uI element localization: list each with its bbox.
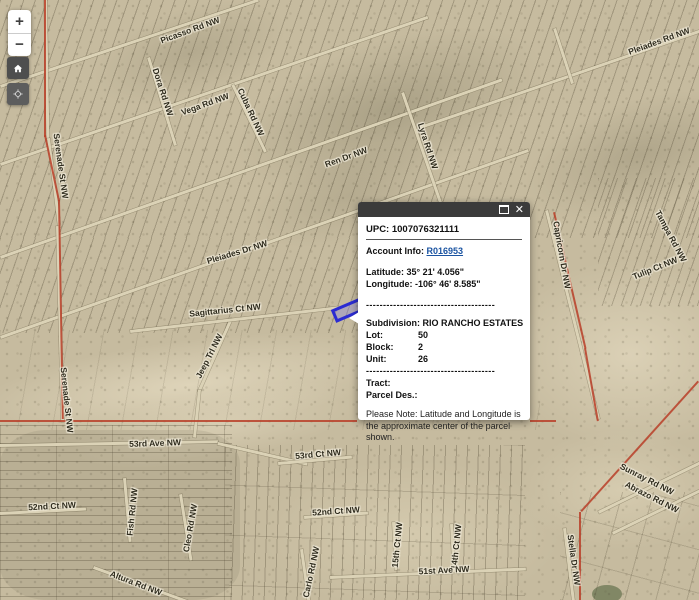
street-label: Capricorn Dr NW xyxy=(551,220,573,289)
home-icon xyxy=(13,62,23,75)
popup-pointer xyxy=(349,312,359,324)
unit-row: Unit:26 xyxy=(366,353,522,365)
boundary-line xyxy=(45,0,47,137)
street-label: Pleiades Dr NW xyxy=(205,238,268,266)
account-info-line: Account Info: R016953 xyxy=(366,245,522,257)
street-label: Jeep Trl NW xyxy=(194,332,225,380)
street-label: Altura Rd NW xyxy=(109,569,164,598)
street-label: 53rd Ave NW xyxy=(129,437,181,449)
popup-body: UPC: 1007076321111 Account Info: R016953… xyxy=(358,217,530,450)
street-label: Serenade St NW xyxy=(59,367,76,433)
parcel-grid xyxy=(598,178,699,306)
popup-note: Please Note: Latitude and Longitude is t… xyxy=(366,409,522,444)
street-label: Cuba Rd NW xyxy=(236,87,267,138)
zoom-in-button[interactable]: + xyxy=(8,10,31,33)
road-line xyxy=(0,16,428,166)
road-line xyxy=(0,440,218,447)
subdivision-line: Subdivision: RIO RANCHO ESTATES xyxy=(366,317,522,329)
road-line xyxy=(0,0,259,88)
zoom-control: + − xyxy=(8,10,31,56)
home-button[interactable] xyxy=(7,57,29,79)
popup-titlebar[interactable]: ✕ xyxy=(358,202,530,217)
street-label: Pleiades Rd NW xyxy=(627,25,691,57)
maximize-icon[interactable] xyxy=(499,205,509,214)
parcel-grid xyxy=(0,0,699,238)
terrain-shading xyxy=(509,66,699,245)
latitude-line: Latitude: 35° 21' 4.056" xyxy=(366,266,522,278)
zoom-out-button[interactable]: − xyxy=(8,34,31,57)
upc-line: UPC: 1007076321111 xyxy=(366,224,522,236)
dashed-divider: -------------------------------------- xyxy=(366,365,522,377)
boundary-line xyxy=(580,512,582,600)
street-label: 51st Ave NW xyxy=(418,564,469,577)
account-info-link[interactable]: R016953 xyxy=(427,246,464,256)
lot-row: Lot:50 xyxy=(366,329,522,341)
tract-line: Tract: xyxy=(366,377,522,389)
boundary-line xyxy=(585,348,599,421)
locate-button[interactable] xyxy=(7,83,29,105)
parcel-info-popup: ✕ UPC: 1007076321111 Account Info: R0169… xyxy=(358,202,530,420)
road-line xyxy=(193,390,201,438)
block-row: Block:2 xyxy=(366,341,522,353)
road-line xyxy=(598,459,699,513)
street-label: Ren Dr NW xyxy=(323,145,368,170)
terrain-shading xyxy=(216,0,564,226)
dashed-divider: -------------------------------------- xyxy=(366,299,522,311)
parcel-des-line: Parcel Des.: xyxy=(366,389,522,401)
map-canvas[interactable]: Picasso Rd NW Dora Rd NW Vega Rd NW Cuba… xyxy=(0,0,699,600)
arroyo-wash xyxy=(66,364,374,485)
street-label: Tulip Ct NW xyxy=(631,254,679,281)
close-icon[interactable]: ✕ xyxy=(515,204,524,215)
crosshair-locate-icon xyxy=(13,87,23,101)
longitude-line: Longitude: -106° 46' 8.585" xyxy=(366,278,522,290)
vegetation-patch xyxy=(592,585,622,600)
boundary-line xyxy=(0,420,357,422)
street-label: 52nd Ct NW xyxy=(312,504,360,517)
divider-line xyxy=(366,239,522,240)
boundary-line xyxy=(530,420,556,422)
